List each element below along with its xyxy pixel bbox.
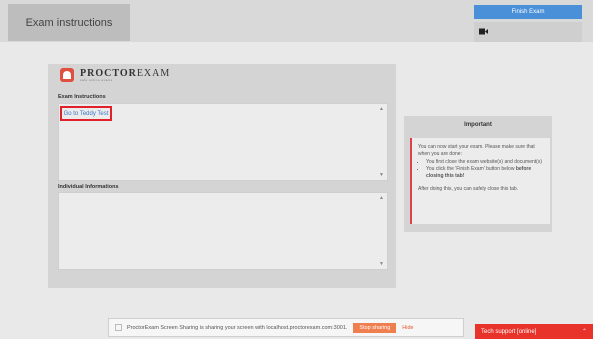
individual-informations-label: Individual Informations	[58, 184, 119, 190]
proctorexam-logo: PROCTOREXAM safe online exams	[60, 68, 170, 82]
logo-name-bold: PROCTOR	[80, 67, 137, 79]
page-title: Exam instructions	[8, 4, 130, 41]
scroll-up-icon[interactable]: ▲	[379, 106, 384, 112]
scroll-down-icon[interactable]: ▼	[379, 261, 384, 267]
video-camera-icon	[479, 28, 488, 35]
important-item: You first close the exam website(s) and …	[426, 159, 544, 166]
important-item-text: You click the 'Finish Exam' button below	[426, 165, 515, 172]
finish-exam-button[interactable]: Finish Exam	[474, 5, 582, 19]
important-intro: You can now start your exam. Please make…	[418, 144, 535, 158]
important-box: You can now start your exam. Please make…	[410, 138, 550, 224]
scroll-down-icon[interactable]: ▼	[379, 172, 384, 178]
important-list: You first close the exam website(s) and …	[418, 159, 544, 181]
screen-share-icon	[115, 324, 122, 331]
stop-sharing-button[interactable]: Stop sharing	[353, 322, 397, 333]
finish-exam-label: Finish Exam	[511, 9, 545, 15]
proctorexam-logo-icon	[60, 68, 74, 82]
logo-name-regular: EXAM	[136, 67, 171, 79]
logo-tagline: safe online exams	[80, 77, 113, 82]
exam-instructions-label: Exam Instructions	[58, 94, 106, 100]
tech-support-button[interactable]: Tech support [online] ⌃	[475, 324, 593, 339]
page-title-text: Exam instructions	[25, 16, 113, 29]
camera-area	[474, 22, 582, 42]
tech-support-label: Tech support [online]	[481, 328, 537, 335]
screen-sharing-message: ProctorExam Screen Sharing is sharing yo…	[127, 324, 348, 331]
teddy-test-link[interactable]: Go to Teddy Test	[60, 106, 112, 121]
hide-link[interactable]: Hide	[402, 325, 413, 331]
important-item: You click the 'Finish Exam' button below…	[426, 166, 544, 181]
individual-informations-box[interactable]: ▲ ▼	[58, 192, 388, 270]
important-after: After doing this, you can safely close t…	[418, 186, 519, 193]
scroll-up-icon[interactable]: ▲	[379, 195, 384, 201]
important-title: Important	[464, 122, 492, 128]
chevron-up-icon: ⌃	[581, 329, 587, 335]
screen-sharing-bar: ProctorExam Screen Sharing is sharing yo…	[108, 318, 464, 337]
